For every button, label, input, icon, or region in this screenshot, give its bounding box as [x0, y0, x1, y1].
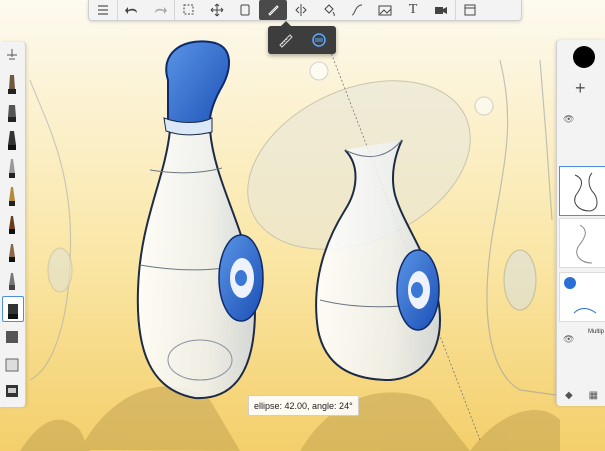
text-glyph: T	[408, 2, 418, 17]
brush-marker-icon[interactable]	[2, 100, 22, 124]
ellipse-guide-icon[interactable]	[307, 29, 331, 51]
brush-stamp-icon[interactable]	[2, 378, 22, 402]
transform-icon[interactable]	[203, 0, 231, 20]
blend-mode-label[interactable]: Multip	[588, 329, 604, 335]
grid-icon[interactable]: ▦	[589, 390, 598, 401]
visibility-eye-icon[interactable]: 👁	[563, 114, 574, 125]
add-layer-button[interactable]: +	[575, 78, 586, 99]
text-icon[interactable]: T	[399, 0, 427, 20]
list-icon[interactable]	[89, 0, 117, 20]
brush-wide-marker-icon[interactable]	[2, 296, 24, 322]
brush-charcoal-icon[interactable]	[2, 240, 22, 264]
brush-shader-icon[interactable]	[2, 324, 22, 348]
drawing-canvas[interactable]	[0, 0, 605, 451]
select-icon[interactable]	[174, 0, 203, 20]
fill-icon[interactable]	[315, 0, 343, 20]
brush-fineliner-icon[interactable]	[2, 156, 22, 180]
layer-stack-icon[interactable]: ◆	[565, 390, 573, 401]
visibility-eye-icon[interactable]: 👁	[563, 334, 574, 345]
undo-icon[interactable]	[117, 0, 146, 20]
redo-icon[interactable]	[146, 0, 174, 20]
layer-panel: + 👁 👁 👁 Multip ◆ ▦	[556, 40, 605, 406]
curve-icon[interactable]	[343, 0, 371, 20]
video-icon[interactable]	[427, 0, 455, 20]
brush-settings-icon[interactable]	[2, 44, 22, 68]
brush-pen-icon[interactable]	[2, 184, 22, 208]
ruler-straight-icon[interactable]	[273, 29, 297, 51]
layer-thumbnail[interactable]	[559, 218, 605, 268]
symmetry-icon[interactable]	[287, 0, 315, 20]
color-swatch[interactable]	[573, 46, 595, 68]
window-icon[interactable]	[455, 0, 484, 20]
ellipse-status-readout: ellipse: 42.00, angle: 24°	[248, 395, 359, 416]
brush-airbrush-icon[interactable]	[2, 268, 22, 292]
brush-pencil-icon[interactable]	[2, 72, 22, 96]
layer-thumbnail-selected[interactable]	[559, 166, 605, 216]
ruler-popup	[268, 21, 336, 54]
brush-eraser-icon[interactable]	[2, 352, 22, 376]
layer-thumbnail[interactable]	[559, 272, 605, 322]
top-toolbar: T	[88, 0, 522, 21]
brush-palette	[0, 42, 26, 407]
image-icon[interactable]	[371, 0, 399, 20]
layer-panel-footer: ◆ ▦	[557, 384, 605, 406]
brush-brush-icon[interactable]	[2, 128, 22, 152]
ruler-icon[interactable]	[259, 0, 287, 20]
copy-icon[interactable]	[231, 0, 259, 20]
brush-ink-icon[interactable]	[2, 212, 22, 236]
